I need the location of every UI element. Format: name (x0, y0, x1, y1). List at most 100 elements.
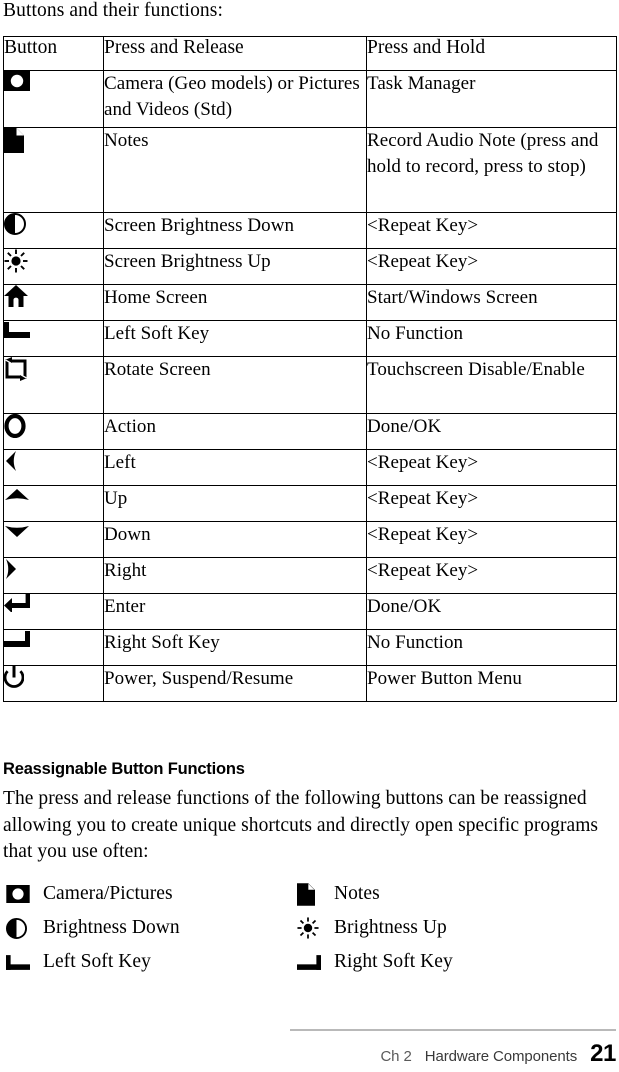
press-and-release-cell: Right (103, 557, 367, 594)
press-and-hold-cell: <Repeat Key> (366, 485, 617, 522)
arrow-up-icon (4, 488, 30, 502)
camera-icon (6, 885, 36, 903)
press-and-hold-cell: Done/OK (366, 413, 617, 450)
table-row: Camera (Geo models) or Pictures and Vide… (3, 70, 617, 128)
section-paragraph: The press and release functions of the f… (3, 788, 599, 862)
press-and-release-cell: Down (103, 521, 367, 558)
reassignable-label: Brightness Up (334, 917, 447, 938)
press-and-release-cell: Home Screen (103, 284, 367, 321)
press-and-hold-cell: <Repeat Key> (366, 557, 617, 594)
right-soft-key-icon (297, 954, 327, 970)
icon-cell (3, 248, 104, 285)
table-row: Right Soft Key No Function (3, 629, 617, 666)
reassignable-entry: Brightness Down (6, 916, 297, 940)
press-and-hold-cell: <Repeat Key> (366, 521, 617, 558)
list-item: Left Soft Key Right Soft Key (6, 945, 606, 979)
icon-cell (3, 127, 104, 213)
press-and-release-cell: Action (103, 413, 367, 450)
press-and-hold-cell: Touchscreen Disable/Enable (366, 356, 617, 414)
table-row: Up <Repeat Key> (3, 485, 617, 522)
reassignable-label: Brightness Down (43, 917, 180, 938)
brightness-down-icon (6, 917, 36, 939)
left-soft-key-icon (4, 322, 30, 339)
icon-cell (3, 521, 104, 558)
left-soft-key-icon (6, 954, 36, 970)
press-and-hold-cell: No Function (366, 629, 617, 666)
footer-section-name: Hardware Components (424, 1048, 578, 1065)
icon-cell (3, 629, 104, 666)
table-row: Screen Brightness Down <Repeat Key> (3, 212, 617, 249)
table-row: Home Screen Start/Windows Screen (3, 284, 617, 321)
brightness-up-icon (297, 917, 327, 939)
footer-page-number: 21 (590, 1040, 616, 1067)
reassignable-label: Left Soft Key (43, 951, 151, 972)
press-and-release-cell: Left (103, 449, 367, 486)
press-and-release-cell: Rotate Screen (103, 356, 367, 414)
reassignable-label: Camera/Pictures (43, 883, 173, 904)
icon-cell (3, 665, 104, 702)
reassignable-entry: Left Soft Key (6, 950, 297, 974)
notes-page-icon (4, 128, 24, 153)
icon-cell (3, 593, 104, 630)
reassignable-entry: Right Soft Key (297, 950, 597, 974)
rotate-screen-icon (4, 357, 28, 381)
press-and-release-cell: Right Soft Key (103, 629, 367, 666)
press-and-hold-cell: Done/OK (366, 593, 617, 630)
table-row: Power, Suspend/Resume Power Button Menu (3, 665, 617, 702)
press-and-release-cell: Notes (103, 127, 367, 213)
intro-text: Buttons and their functions: (3, 0, 223, 21)
brightness-up-icon (4, 249, 28, 273)
press-and-release-cell: Camera (Geo models) or Pictures and Vide… (103, 70, 367, 128)
action-ring-icon (4, 414, 26, 438)
icon-cell (3, 212, 104, 249)
press-and-hold-cell: No Function (366, 320, 617, 357)
icon-cell (3, 485, 104, 522)
press-and-hold-cell: <Repeat Key> (366, 449, 617, 486)
button-functions-table: Button Press and Release Press and Hold … (3, 36, 617, 702)
icon-cell (3, 320, 104, 357)
enter-return-icon (4, 594, 30, 613)
right-soft-key-icon (4, 631, 30, 648)
table-row: Rotate Screen Touchscreen Disable/Enable (3, 356, 617, 414)
icon-cell (3, 449, 104, 486)
column-header-button: Button (3, 36, 104, 71)
table-header-row: Button Press and Release Press and Hold (3, 36, 617, 71)
press-and-release-cell: Screen Brightness Down (103, 212, 367, 249)
home-icon (4, 285, 28, 307)
press-and-release-cell: Enter (103, 593, 367, 630)
press-and-release-cell: Screen Brightness Up (103, 248, 367, 285)
icon-cell (3, 284, 104, 321)
table-row: Left <Repeat Key> (3, 449, 617, 486)
icon-cell (3, 70, 104, 128)
arrow-down-icon (4, 524, 30, 538)
reassignable-label: Notes (334, 883, 380, 904)
table-row: Left Soft Key No Function (3, 320, 617, 357)
press-and-hold-cell: <Repeat Key> (366, 212, 617, 249)
page-footer: Ch 2 Hardware Components 21 (380, 1040, 616, 1068)
reassignable-entry: Brightness Up (297, 916, 597, 940)
reassignable-label: Right Soft Key (334, 951, 453, 972)
reassignable-entry: Camera/Pictures (6, 882, 297, 906)
list-item: Camera/Pictures Notes (6, 877, 606, 911)
table-row: Down <Repeat Key> (3, 521, 617, 558)
reassignable-buttons-list: Camera/Pictures Notes Brightness Down Br… (6, 877, 606, 979)
icon-cell (3, 413, 104, 450)
document-page: Buttons and their functions: Button Pres… (0, 0, 619, 1072)
press-and-release-cell: Up (103, 485, 367, 522)
arrow-left-icon (4, 450, 18, 472)
table-row: Notes Record Audio Note (press and hold … (3, 127, 617, 213)
footer-chapter: Ch 2 (380, 1048, 412, 1065)
press-and-release-cell: Left Soft Key (103, 320, 367, 357)
press-and-release-cell: Power, Suspend/Resume (103, 665, 367, 702)
table-row: Action Done/OK (3, 413, 617, 450)
press-and-hold-cell: Record Audio Note (press and hold to rec… (366, 127, 617, 213)
brightness-down-icon (4, 213, 26, 235)
table-row: Enter Done/OK (3, 593, 617, 630)
section-heading: Reassignable Button Functions (3, 760, 245, 778)
camera-icon (4, 71, 30, 91)
footer-divider (290, 1029, 616, 1031)
reassignable-entry: Notes (297, 882, 597, 906)
column-header-press-and-release: Press and Release (103, 36, 367, 71)
notes-page-icon (297, 882, 327, 906)
table-row: Right <Repeat Key> (3, 557, 617, 594)
